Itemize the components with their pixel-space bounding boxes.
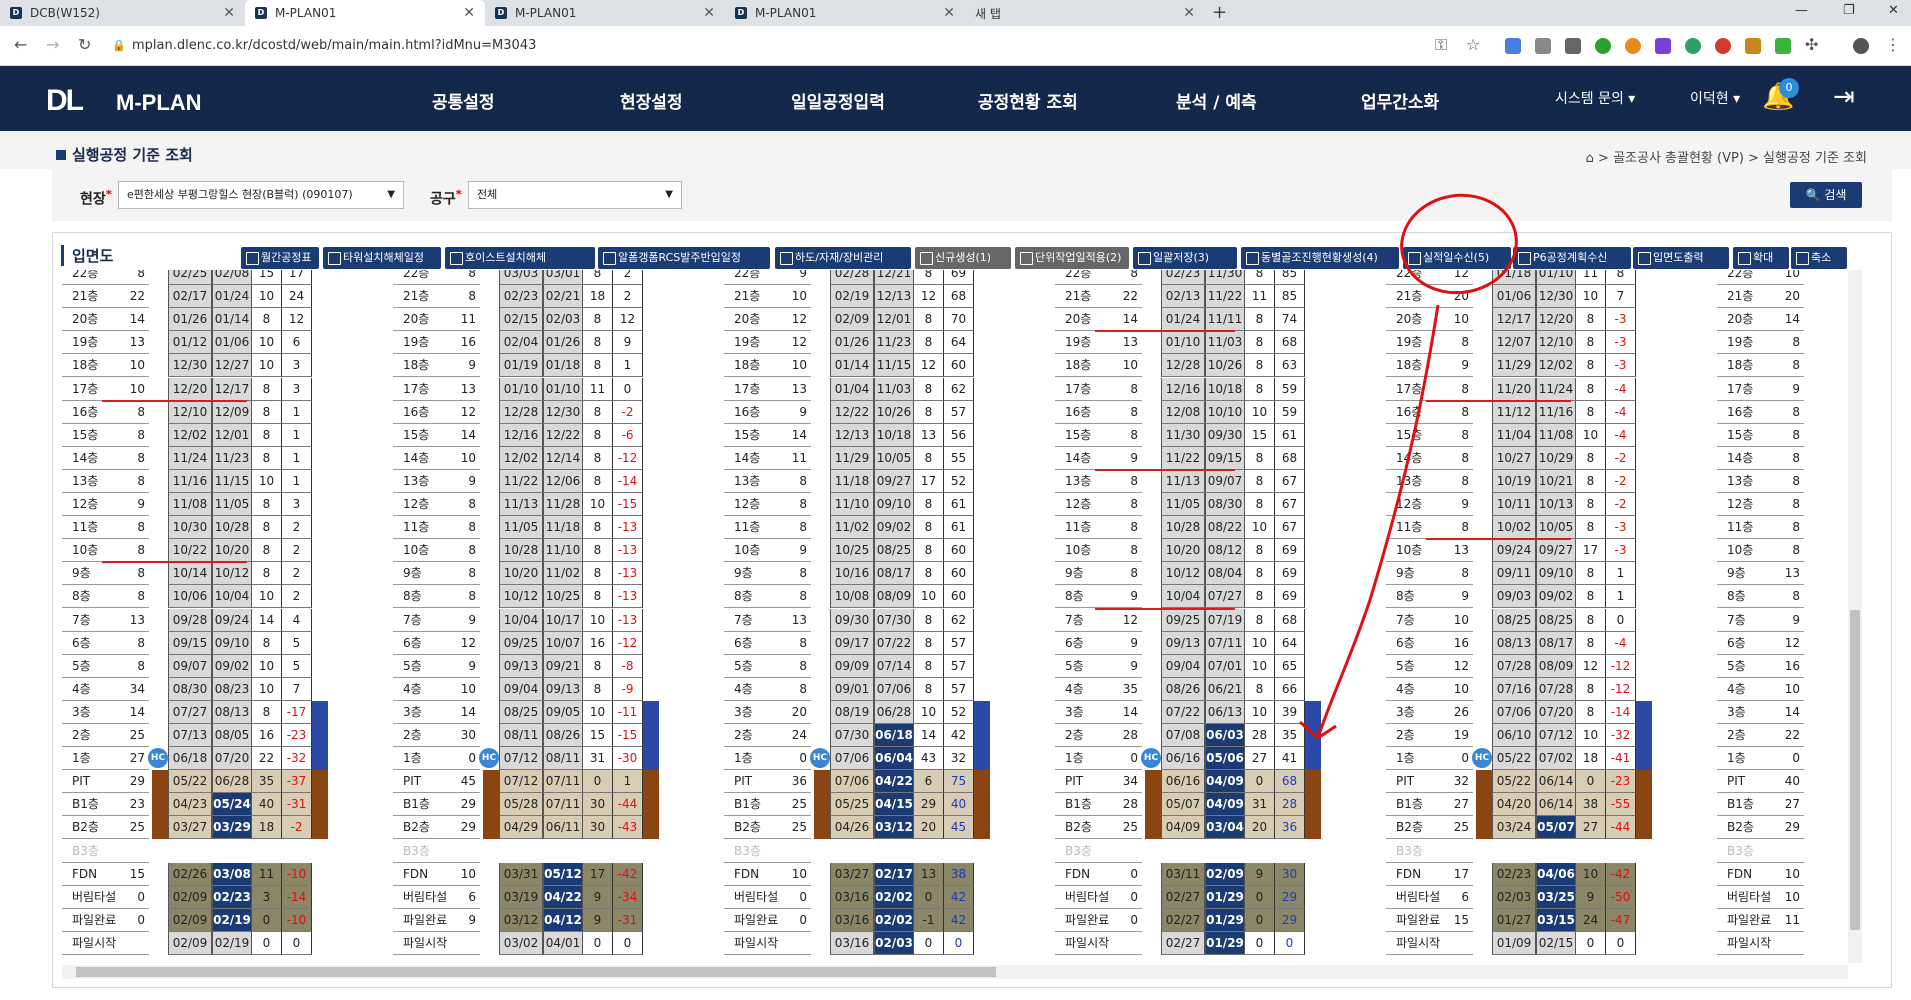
annotation-arrow (1299, 304, 1440, 740)
